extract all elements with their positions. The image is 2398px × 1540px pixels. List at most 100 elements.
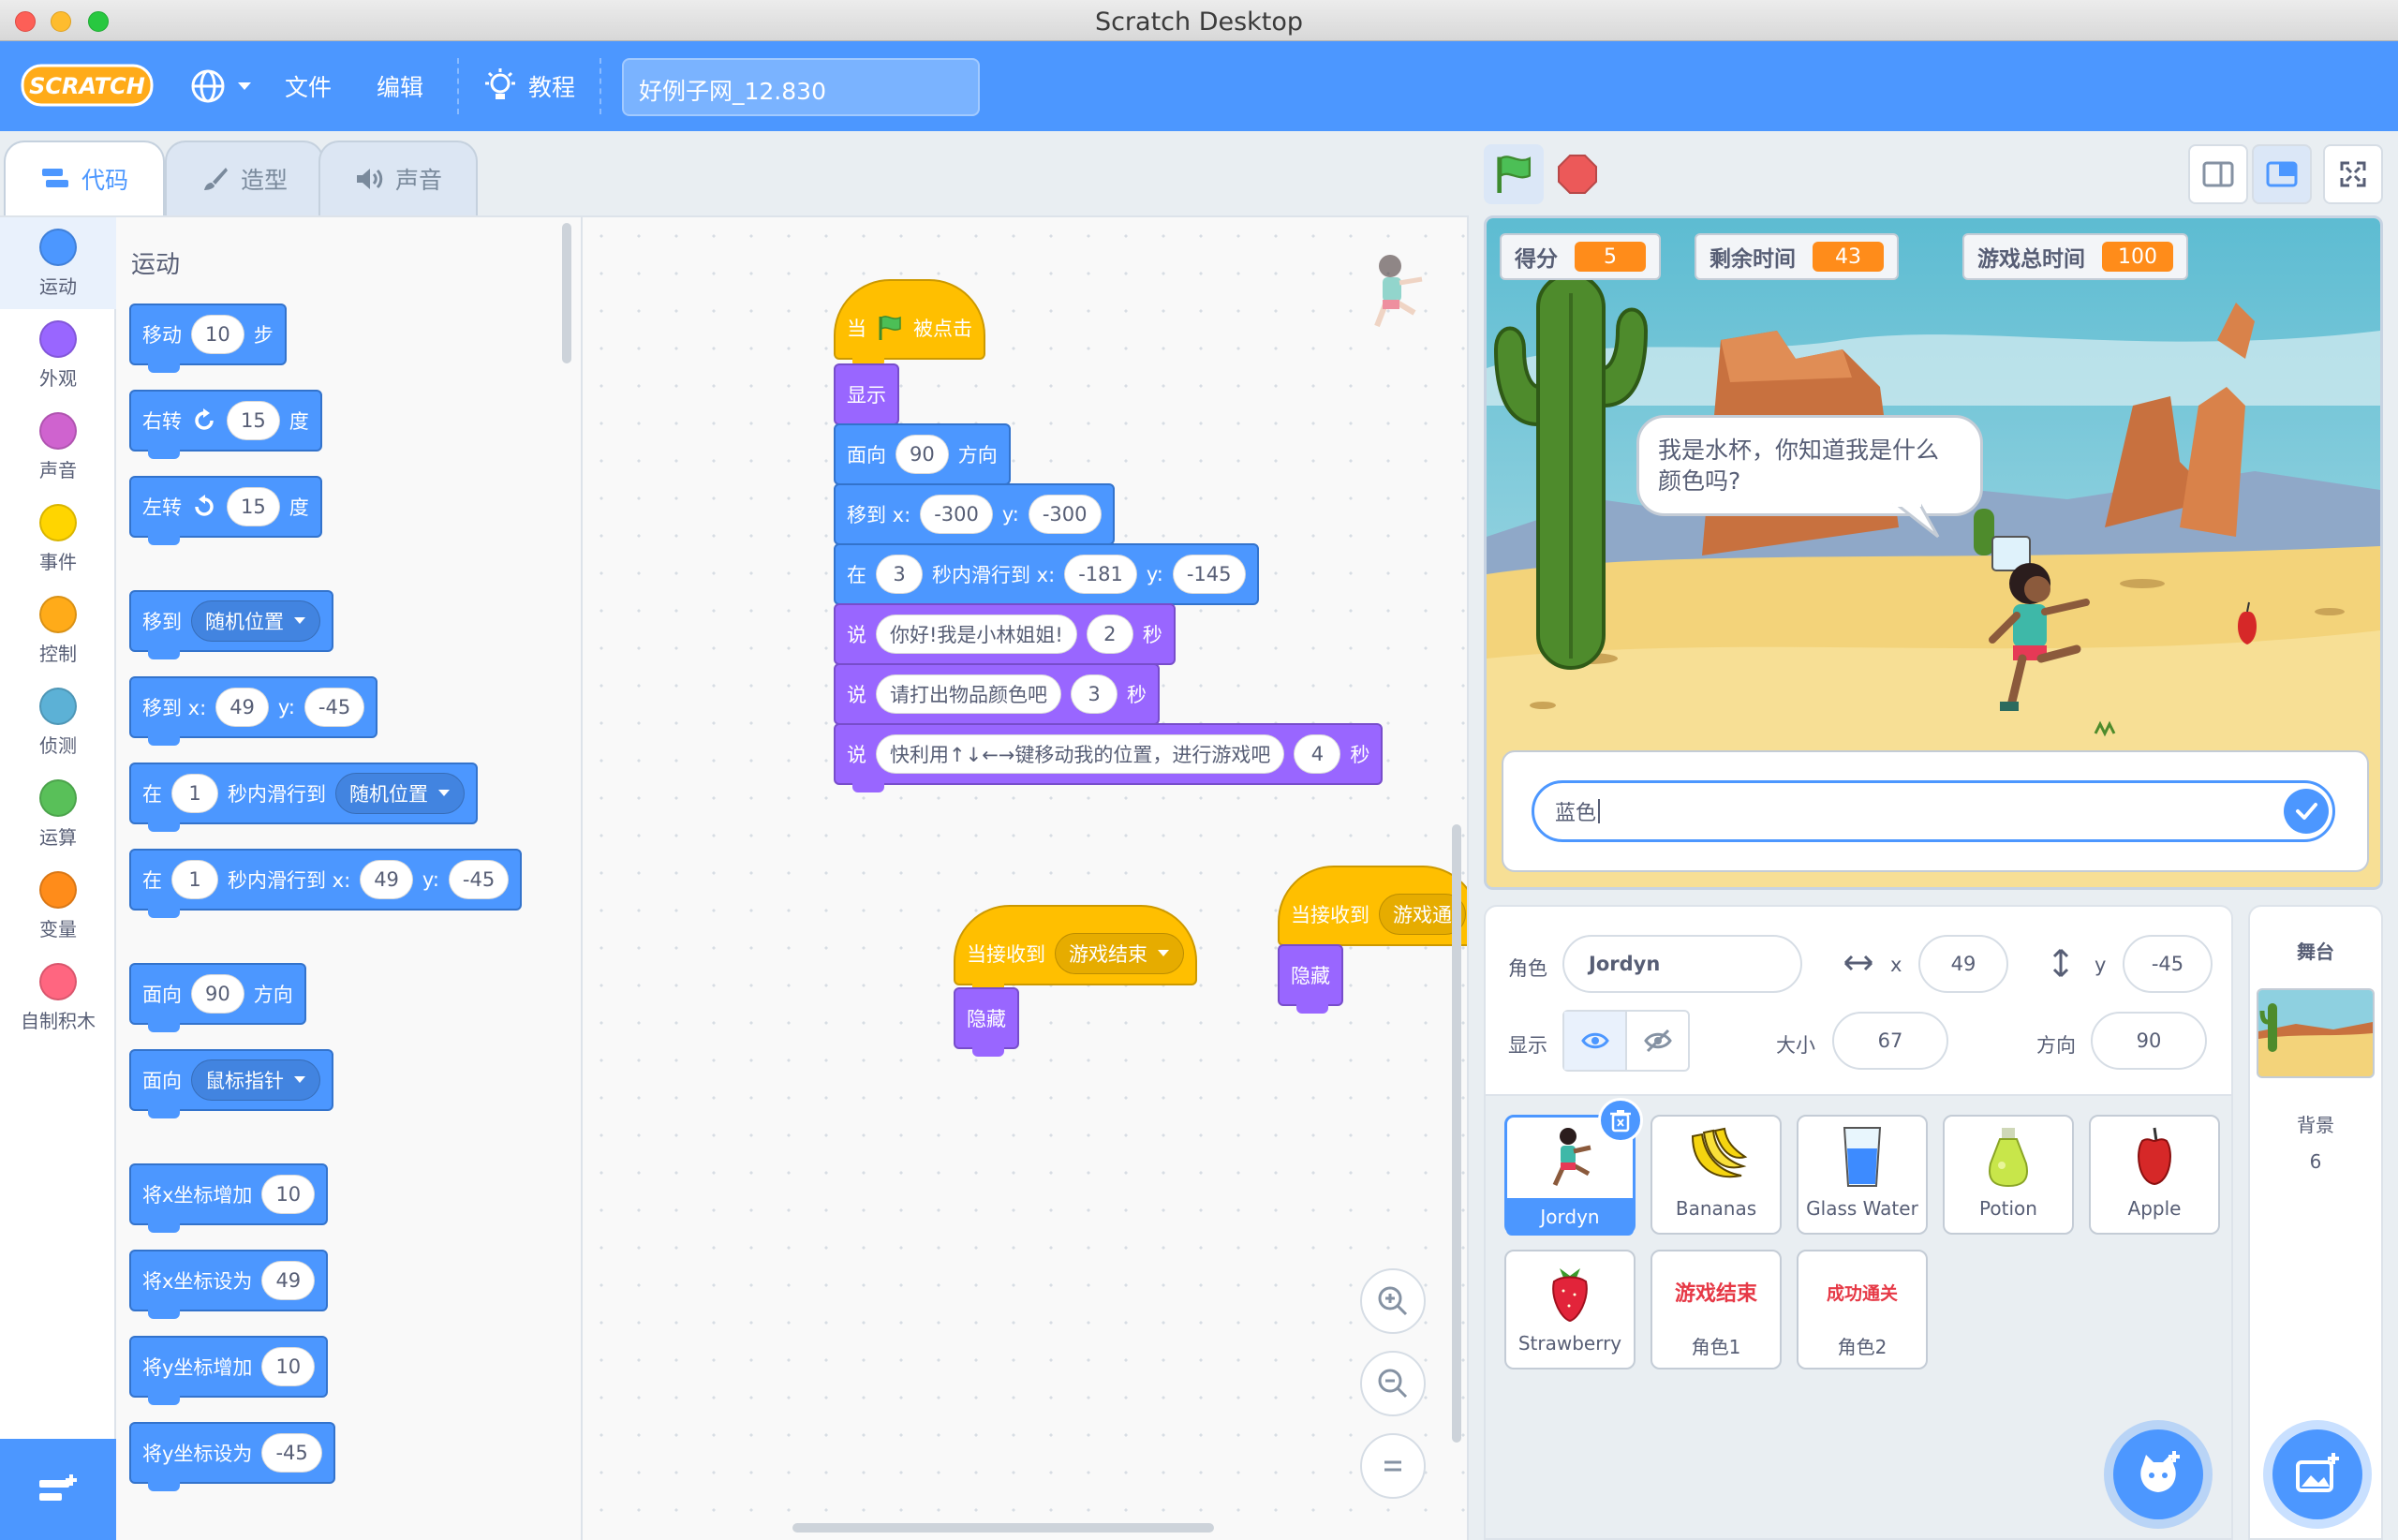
block-dropdown[interactable]: 随机位置: [335, 773, 465, 814]
block-point-direction[interactable]: 面向 90 方向: [129, 963, 306, 1032]
block-change-x[interactable]: 将x坐标增加 10: [129, 1163, 329, 1233]
block-go-to-xy[interactable]: 移到 x: 49 y: -45: [129, 676, 378, 746]
block-input[interactable]: 3: [876, 555, 923, 594]
block-go-to-xy[interactable]: 移到 x: -300 y: -300: [834, 483, 1115, 553]
sprite-tile-sprite1[interactable]: 游戏结束 角色1: [1650, 1250, 1782, 1370]
add-extension-button[interactable]: [0, 1439, 116, 1540]
block-hide[interactable]: 隐藏: [954, 987, 1019, 1057]
normal-stage-button[interactable]: [2252, 144, 2312, 204]
block-turn-left[interactable]: 左转 15 度: [129, 476, 322, 545]
ask-answer-input[interactable]: 蓝色: [1532, 780, 2335, 842]
block-glide-to-xy[interactable]: 在 3 秒内滑行到 x: -181 y: -145: [834, 543, 1259, 613]
block-input[interactable]: 2: [1086, 615, 1133, 654]
workspace-vertical-scrollbar[interactable]: [1452, 824, 1461, 1443]
block-dropdown[interactable]: 随机位置: [191, 600, 320, 642]
palette-scrollbar[interactable]: [562, 223, 571, 363]
sprite-tile-glass-water[interactable]: Glass Water: [1797, 1115, 1928, 1235]
fullscreen-button[interactable]: [2323, 144, 2383, 204]
language-menu[interactable]: [189, 66, 253, 107]
show-sprite-button[interactable]: [1564, 1012, 1627, 1070]
choose-backdrop-button[interactable]: [2272, 1429, 2362, 1519]
sprite-x-input[interactable]: 49: [1918, 935, 2008, 993]
sprite-y-input[interactable]: -45: [2123, 935, 2213, 993]
category-my-blocks[interactable]: 自制积木: [0, 952, 116, 1044]
block-hide[interactable]: 隐藏: [1278, 944, 1343, 1014]
block-input[interactable]: 10: [261, 1175, 316, 1214]
block-input[interactable]: 10: [261, 1347, 316, 1386]
block-when-receive[interactable]: 当接收到 游戏结束: [954, 905, 1197, 993]
block-input[interactable]: 15: [227, 401, 280, 440]
block-when-receive[interactable]: 当接收到 游戏通: [1278, 866, 1467, 954]
project-title-input[interactable]: 好例子网_12.830: [622, 58, 980, 116]
block-input[interactable]: 49: [215, 688, 269, 727]
block-move-steps[interactable]: 移动 10 步: [129, 304, 287, 373]
block-set-y[interactable]: 将y坐标设为 -45: [129, 1422, 335, 1491]
sprite-tile-potion[interactable]: Potion: [1943, 1115, 2074, 1235]
zoom-in-button[interactable]: [1360, 1268, 1426, 1334]
category-variables[interactable]: 变量: [0, 860, 116, 952]
block-go-to[interactable]: 移到 随机位置: [129, 590, 333, 659]
block-say-for-secs[interactable]: 说 你好!我是小林姐姐! 2 秒: [834, 603, 1176, 673]
delete-sprite-button[interactable]: [1598, 1098, 1643, 1143]
hide-sprite-button[interactable]: [1627, 1012, 1688, 1070]
block-point-towards[interactable]: 面向 鼠标指针: [129, 1049, 333, 1118]
submit-answer-button[interactable]: [2284, 789, 2329, 834]
block-input[interactable]: 15: [227, 487, 280, 526]
category-control[interactable]: 控制: [0, 585, 116, 676]
category-motion[interactable]: 运动: [0, 217, 116, 309]
sprite-size-input[interactable]: 67: [1832, 1012, 1948, 1070]
block-say-for-secs[interactable]: 说 请打出物品颜色吧 3 秒: [834, 663, 1160, 733]
monitor-time-left[interactable]: 剩余时间 43: [1695, 233, 1899, 280]
block-input[interactable]: 请打出物品颜色吧: [876, 674, 1061, 714]
block-glide-to-xy[interactable]: 在 1 秒内滑行到 x: 49 y: -45: [129, 849, 523, 918]
edit-menu[interactable]: 编辑: [377, 66, 423, 107]
block-input[interactable]: -45: [261, 1433, 322, 1473]
block-input[interactable]: 90: [896, 435, 949, 474]
block-dropdown[interactable]: 鼠标指针: [191, 1059, 320, 1101]
sprite-direction-input[interactable]: 90: [2091, 1012, 2207, 1070]
monitor-score[interactable]: 得分 5: [1500, 233, 1661, 280]
block-input[interactable]: -181: [1064, 555, 1137, 594]
block-input[interactable]: 49: [261, 1261, 316, 1300]
file-menu[interactable]: 文件: [285, 66, 332, 107]
sprite-tile-strawberry[interactable]: Strawberry: [1504, 1250, 1636, 1370]
block-say-for-secs[interactable]: 说 快利用↑↓←→键移动我的位置，进行游戏吧 4 秒: [834, 723, 1384, 792]
stop-button[interactable]: [1547, 144, 1607, 204]
zoom-out-button[interactable]: [1360, 1351, 1426, 1416]
block-input[interactable]: 你好!我是小林姐姐!: [876, 615, 1077, 654]
block-input[interactable]: -45: [448, 860, 510, 899]
block-dropdown[interactable]: 游戏结束: [1055, 933, 1184, 974]
sprite-tile-apple[interactable]: Apple: [2089, 1115, 2220, 1235]
script-workspace[interactable]: 当 被点击 显示 面向 90 方向 移到 x: -300 y: -300 在 3…: [583, 215, 1469, 1540]
block-set-x[interactable]: 将x坐标设为 49: [129, 1250, 329, 1319]
block-show[interactable]: 显示: [834, 363, 899, 433]
choose-sprite-button[interactable]: [2113, 1429, 2203, 1519]
small-stage-button[interactable]: [2188, 144, 2248, 204]
block-input[interactable]: 4: [1294, 734, 1341, 774]
tutorials-menu[interactable]: 教程: [481, 66, 575, 107]
block-input[interactable]: 49: [360, 860, 413, 899]
block-input[interactable]: 1: [171, 860, 218, 899]
block-point-direction[interactable]: 面向 90 方向: [834, 423, 1011, 493]
tab-costumes[interactable]: 造型: [165, 141, 324, 215]
block-input[interactable]: -300: [1028, 495, 1102, 534]
block-glide-to[interactable]: 在 1 秒内滑行到 随机位置: [129, 763, 478, 832]
category-operators[interactable]: 运算: [0, 768, 116, 860]
sprite-tile-sprite2[interactable]: 成功通关 角色2: [1797, 1250, 1928, 1370]
green-flag-button[interactable]: [1484, 144, 1544, 204]
block-input[interactable]: 10: [191, 315, 244, 354]
workspace-horizontal-scrollbar[interactable]: [792, 1523, 1214, 1533]
category-sound[interactable]: 声音: [0, 401, 116, 493]
category-looks[interactable]: 外观: [0, 309, 116, 401]
block-input[interactable]: -45: [303, 688, 365, 727]
category-events[interactable]: 事件: [0, 493, 116, 585]
block-when-flag-clicked[interactable]: 当 被点击: [834, 279, 985, 367]
sprite-tile-bananas[interactable]: Bananas: [1650, 1115, 1782, 1235]
block-input[interactable]: 快利用↑↓←→键移动我的位置，进行游戏吧: [876, 734, 1285, 774]
stage-canvas[interactable]: 得分 5 剩余时间 43 游戏总时间 100 我是水杯，你知道我是什么颜色吗? …: [1484, 215, 2383, 890]
block-turn-right[interactable]: 右转 15 度: [129, 390, 322, 459]
tab-code[interactable]: 代码: [4, 141, 165, 215]
category-sensing[interactable]: 侦测: [0, 676, 116, 768]
block-input[interactable]: -300: [920, 495, 993, 534]
scratch-logo[interactable]: SCRATCH: [21, 62, 154, 109]
